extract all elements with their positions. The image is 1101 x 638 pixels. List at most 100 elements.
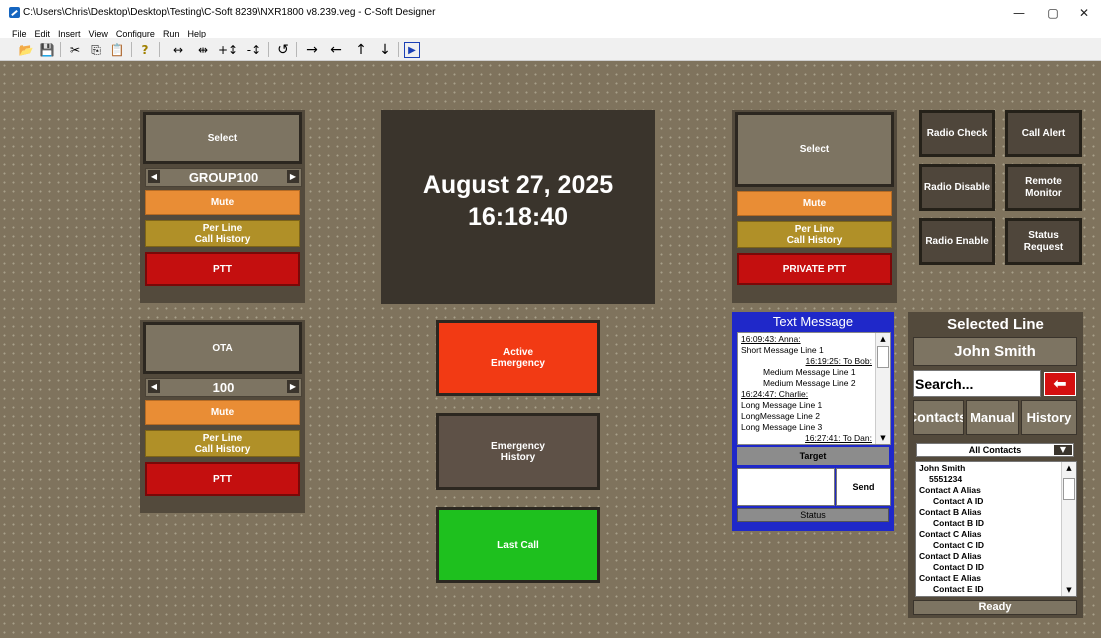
toolbar-separator xyxy=(398,42,399,57)
tab-history[interactable]: History xyxy=(1021,400,1077,435)
scroll-up-icon[interactable]: ▲ xyxy=(1062,462,1076,474)
target-label[interactable]: Target xyxy=(737,447,889,465)
contact-alias: Contact D Alias xyxy=(919,551,982,561)
mute-button[interactable]: Mute xyxy=(145,400,300,425)
toolbar-separator xyxy=(131,42,132,57)
next-arrow-icon[interactable]: ▶ xyxy=(287,170,299,183)
mute-button[interactable]: Mute xyxy=(737,191,892,216)
last-call-button[interactable]: Last Call xyxy=(436,507,600,583)
remote-monitor-line1: Remote xyxy=(1025,176,1062,187)
contact-scrollbar[interactable]: ▲ ▼ xyxy=(1061,462,1076,596)
message-line: Long Message Line 1 xyxy=(741,400,823,410)
call-history-button[interactable]: Per Line Call History xyxy=(145,220,300,247)
group-selector: ◀ 100 ▶ xyxy=(145,378,302,397)
toolbar-separator xyxy=(60,42,61,57)
minimize-button[interactable]: — xyxy=(1002,2,1036,24)
arrow-down-icon[interactable]: ↓ xyxy=(377,42,393,58)
scroll-thumb[interactable] xyxy=(877,346,889,368)
select-button[interactable]: Select xyxy=(735,112,894,187)
call-history-button[interactable]: Per Line Call History xyxy=(145,430,300,457)
increase-vertical-icon[interactable]: +↕ xyxy=(218,42,238,58)
align-horizontal-icon[interactable]: ↔ xyxy=(169,42,187,58)
scroll-down-icon[interactable]: ▼ xyxy=(1062,584,1076,596)
private-ptt-button[interactable]: PRIVATE PTT xyxy=(737,253,892,285)
scroll-down-icon[interactable]: ▼ xyxy=(876,432,890,444)
save-icon[interactable]: 💾 xyxy=(39,42,55,58)
call-history-line2: Call History xyxy=(194,233,251,245)
status-request-button[interactable]: Status Request xyxy=(1005,218,1082,265)
contact-list[interactable]: John Smith 5551234 Contact A Alias Conta… xyxy=(915,461,1077,597)
search-input[interactable]: Search... xyxy=(913,370,1041,397)
tab-manual[interactable]: Manual xyxy=(966,400,1019,435)
status-ready: Ready xyxy=(913,600,1077,615)
clock-display: August 27, 2025 16:18:40 xyxy=(381,110,655,304)
group-label: 100 xyxy=(212,380,235,395)
message-header: 16:24:47: Charlie: xyxy=(741,389,809,399)
active-emergency-button[interactable]: Active Emergency xyxy=(436,320,600,396)
arrow-up-icon[interactable]: ↑ xyxy=(353,42,369,58)
mute-button[interactable]: Mute xyxy=(145,190,300,215)
call-history-button[interactable]: Per Line Call History xyxy=(737,221,892,248)
maximize-button[interactable]: ▢ xyxy=(1036,2,1070,24)
remote-monitor-line2: Monitor xyxy=(1025,187,1062,199)
app-icon xyxy=(9,7,20,18)
prev-arrow-icon[interactable]: ◀ xyxy=(148,170,160,183)
space-horizontal-icon[interactable]: ⇹ xyxy=(194,42,212,58)
radio-enable-button[interactable]: Radio Enable xyxy=(919,218,995,265)
call-alert-button[interactable]: Call Alert xyxy=(1005,110,1082,157)
message-line: Medium Message Line 2 xyxy=(763,378,856,388)
message-line: LongMessage Line 2 xyxy=(741,411,820,421)
list-item[interactable]: Contact D Alias Contact D ID xyxy=(919,551,1058,573)
open-icon[interactable]: 📂 xyxy=(18,42,34,58)
list-item[interactable]: Contact A Alias Contact A ID xyxy=(919,485,1058,507)
contact-id: Contact E ID xyxy=(933,584,984,594)
list-item[interactable]: Contact B Alias Contact B ID xyxy=(919,507,1058,529)
prev-arrow-icon[interactable]: ◀ xyxy=(148,380,160,393)
arrow-right-icon[interactable]: → xyxy=(304,42,320,58)
active-emergency-line1: Active xyxy=(502,347,533,358)
paste-icon[interactable]: 📋 xyxy=(109,42,125,58)
line-panel-private: Select Mute Per Line Call History PRIVAT… xyxy=(732,110,897,303)
title-bar: C:\Users\Chris\Desktop\Desktop\Testing\C… xyxy=(0,0,1101,24)
list-item[interactable]: Contact E Alias Contact E ID xyxy=(919,573,1058,595)
send-button[interactable]: Send xyxy=(836,468,891,506)
select-button[interactable]: Select xyxy=(143,112,302,164)
radio-disable-button[interactable]: Radio Disable xyxy=(919,164,995,211)
ptt-button[interactable]: PTT xyxy=(145,462,300,496)
ptt-button[interactable]: PTT xyxy=(145,252,300,286)
chevron-down-icon[interactable]: ▼ xyxy=(1054,445,1072,455)
text-message-title: Text Message xyxy=(772,314,854,329)
contact-alias: Contact C Alias xyxy=(919,529,982,539)
scroll-thumb[interactable] xyxy=(1063,478,1075,500)
backspace-icon[interactable]: ⬅ xyxy=(1044,372,1076,396)
selected-line-panel: Selected Line John Smith Search... ⬅ Con… xyxy=(908,312,1083,618)
list-item[interactable]: Contact C Alias Contact C ID xyxy=(919,529,1058,551)
scroll-up-icon[interactable]: ▲ xyxy=(876,333,890,345)
close-button[interactable]: ✕ xyxy=(1067,2,1101,24)
contact-id: Contact A ID xyxy=(933,496,984,506)
contact-alias: Contact A Alias xyxy=(919,485,981,495)
tab-contacts[interactable]: Contacts xyxy=(913,400,964,435)
remote-monitor-button[interactable]: Remote Monitor xyxy=(1005,164,1082,211)
message-line: Short Message Line 1 xyxy=(741,345,824,355)
decrease-vertical-icon[interactable]: -↕ xyxy=(244,42,264,58)
message-list[interactable]: 16:09:43: Anna: Short Message Line 1 16:… xyxy=(737,332,891,445)
active-emergency-line2: Emergency xyxy=(491,358,545,369)
next-arrow-icon[interactable]: ▶ xyxy=(287,380,299,393)
rotate-icon[interactable]: ↺ xyxy=(275,42,291,58)
toolbar: 📂 💾 ✂ ⎘ 📋 ? ↔ ⇹ +↕ -↕ ↺ → ← ↑ ↓ ▶ xyxy=(0,38,1101,61)
help-icon[interactable]: ? xyxy=(137,42,153,58)
message-scrollbar[interactable]: ▲ ▼ xyxy=(875,333,890,444)
arrow-left-icon[interactable]: ← xyxy=(328,42,344,58)
message-input[interactable] xyxy=(737,468,835,506)
contact-id: Contact D ID xyxy=(933,562,984,572)
radio-check-button[interactable]: Radio Check xyxy=(919,110,995,157)
run-icon[interactable]: ▶ xyxy=(404,42,420,58)
select-button[interactable]: OTA xyxy=(143,322,302,374)
emergency-history-button[interactable]: Emergency History xyxy=(436,413,600,490)
call-history-line2: Call History xyxy=(194,443,251,455)
copy-icon[interactable]: ⎘ xyxy=(88,42,104,58)
cut-icon[interactable]: ✂ xyxy=(67,42,83,58)
list-item[interactable]: John Smith 5551234 xyxy=(919,463,1058,485)
contact-filter-select[interactable]: All Contacts ▼ xyxy=(916,443,1074,457)
